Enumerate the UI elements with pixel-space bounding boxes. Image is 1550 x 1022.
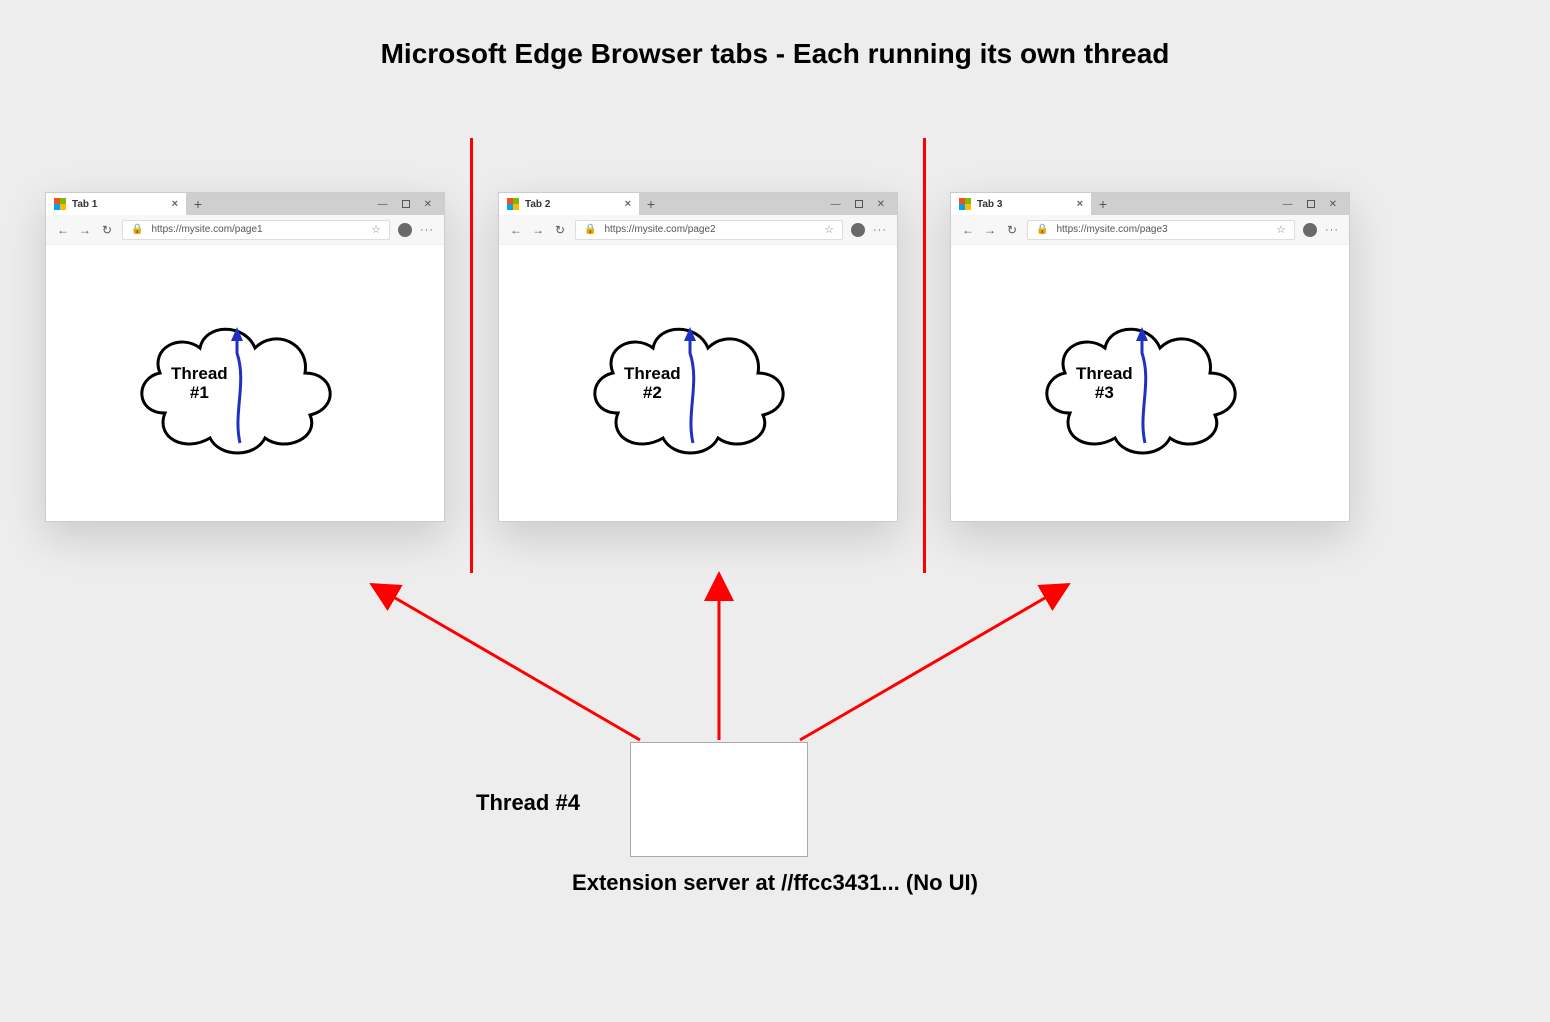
window-controls: — ✕ <box>378 193 444 215</box>
lock-icon: 🔒 <box>584 224 596 235</box>
edge-logo-icon <box>54 198 66 210</box>
thread-cloud-icon <box>1030 293 1270 473</box>
star-icon[interactable]: ☆ <box>371 223 381 236</box>
thread-label-line1: Thread <box>1076 364 1133 383</box>
url-text: https://mysite.com/page2 <box>604 224 715 235</box>
url-field[interactable]: 🔒 https://mysite.com/page3 ☆ <box>1027 220 1295 240</box>
lock-icon: 🔒 <box>1036 224 1048 235</box>
extension-server-box <box>630 742 808 857</box>
server-thread-label: Thread #4 <box>476 790 580 816</box>
close-icon[interactable]: ✕ <box>1329 199 1337 210</box>
url-field[interactable]: 🔒 https://mysite.com/page2 ☆ <box>575 220 843 240</box>
new-tab-button[interactable]: + <box>186 193 210 215</box>
tab-title: Tab 3 <box>977 199 1002 210</box>
maximize-icon[interactable] <box>402 200 410 208</box>
refresh-icon[interactable]: ↻ <box>1005 223 1019 237</box>
browser-window-1: Tab 1 × + — ✕ ← → ↻ 🔒 https://mysite.com… <box>45 192 445 522</box>
more-icon[interactable]: ··· <box>1325 224 1339 236</box>
address-bar: ← → ↻ 🔒 https://mysite.com/page3 ☆ ··· <box>951 215 1349 245</box>
more-icon[interactable]: ··· <box>420 224 434 236</box>
browser-tab[interactable]: Tab 2 × <box>499 193 639 215</box>
back-icon[interactable]: ← <box>509 223 523 237</box>
new-tab-button[interactable]: + <box>639 193 663 215</box>
maximize-icon[interactable] <box>855 200 863 208</box>
star-icon[interactable]: ☆ <box>824 223 834 236</box>
browser-window-3: Tab 3 × + — ✕ ← → ↻ 🔒 https://mysite.com… <box>950 192 1350 522</box>
forward-icon[interactable]: → <box>78 223 92 237</box>
lock-icon: 🔒 <box>131 224 143 235</box>
edge-logo-icon <box>507 198 519 210</box>
more-icon[interactable]: ··· <box>873 224 887 236</box>
avatar-icon[interactable] <box>851 223 865 237</box>
tab-title: Tab 1 <box>72 199 97 210</box>
browser-window-2: Tab 2 × + — ✕ ← → ↻ 🔒 https://mysite.com… <box>498 192 898 522</box>
thread-label-line2: #3 <box>1095 383 1114 402</box>
tab-close-icon[interactable]: × <box>172 198 178 210</box>
url-text: https://mysite.com/page3 <box>1056 224 1167 235</box>
tab-close-icon[interactable]: × <box>625 198 631 210</box>
browser-tab[interactable]: Tab 3 × <box>951 193 1091 215</box>
edge-logo-icon <box>959 198 971 210</box>
refresh-icon[interactable]: ↻ <box>553 223 567 237</box>
thread-label-line1: Thread <box>171 364 228 383</box>
new-tab-button[interactable]: + <box>1091 193 1115 215</box>
avatar-icon[interactable] <box>398 223 412 237</box>
server-caption: Extension server at //ffcc3431... (No UI… <box>0 870 1550 896</box>
url-text: https://mysite.com/page1 <box>151 224 262 235</box>
close-icon[interactable]: ✕ <box>424 199 432 210</box>
forward-icon[interactable]: → <box>531 223 545 237</box>
window-controls: — ✕ <box>831 193 897 215</box>
maximize-icon[interactable] <box>1307 200 1315 208</box>
thread-cloud-icon <box>125 293 365 473</box>
page-content: Thread #1 <box>46 245 444 521</box>
browser-tab[interactable]: Tab 1 × <box>46 193 186 215</box>
page-content: Thread #3 <box>951 245 1349 521</box>
titlebar: Tab 1 × + — ✕ <box>46 193 444 215</box>
avatar-icon[interactable] <box>1303 223 1317 237</box>
minimize-icon[interactable]: — <box>1283 199 1293 210</box>
star-icon[interactable]: ☆ <box>1276 223 1286 236</box>
address-bar: ← → ↻ 🔒 https://mysite.com/page2 ☆ ··· <box>499 215 897 245</box>
thread-label-line2: #1 <box>190 383 209 402</box>
address-bar: ← → ↻ 🔒 https://mysite.com/page1 ☆ ··· <box>46 215 444 245</box>
url-field[interactable]: 🔒 https://mysite.com/page1 ☆ <box>122 220 390 240</box>
thread-cloud-icon <box>578 293 818 473</box>
refresh-icon[interactable]: ↻ <box>100 223 114 237</box>
back-icon[interactable]: ← <box>961 223 975 237</box>
minimize-icon[interactable]: — <box>378 199 388 210</box>
close-icon[interactable]: ✕ <box>877 199 885 210</box>
thread-label-line1: Thread <box>624 364 681 383</box>
tab-title: Tab 2 <box>525 199 550 210</box>
page-content: Thread #2 <box>499 245 897 521</box>
separator-line <box>923 138 926 573</box>
window-controls: — ✕ <box>1283 193 1349 215</box>
diagram-title: Microsoft Edge Browser tabs - Each runni… <box>0 38 1550 70</box>
tab-close-icon[interactable]: × <box>1077 198 1083 210</box>
thread-label-line2: #2 <box>643 383 662 402</box>
minimize-icon[interactable]: — <box>831 199 841 210</box>
titlebar: Tab 2 × + — ✕ <box>499 193 897 215</box>
titlebar: Tab 3 × + — ✕ <box>951 193 1349 215</box>
separator-line <box>470 138 473 573</box>
forward-icon[interactable]: → <box>983 223 997 237</box>
back-icon[interactable]: ← <box>56 223 70 237</box>
